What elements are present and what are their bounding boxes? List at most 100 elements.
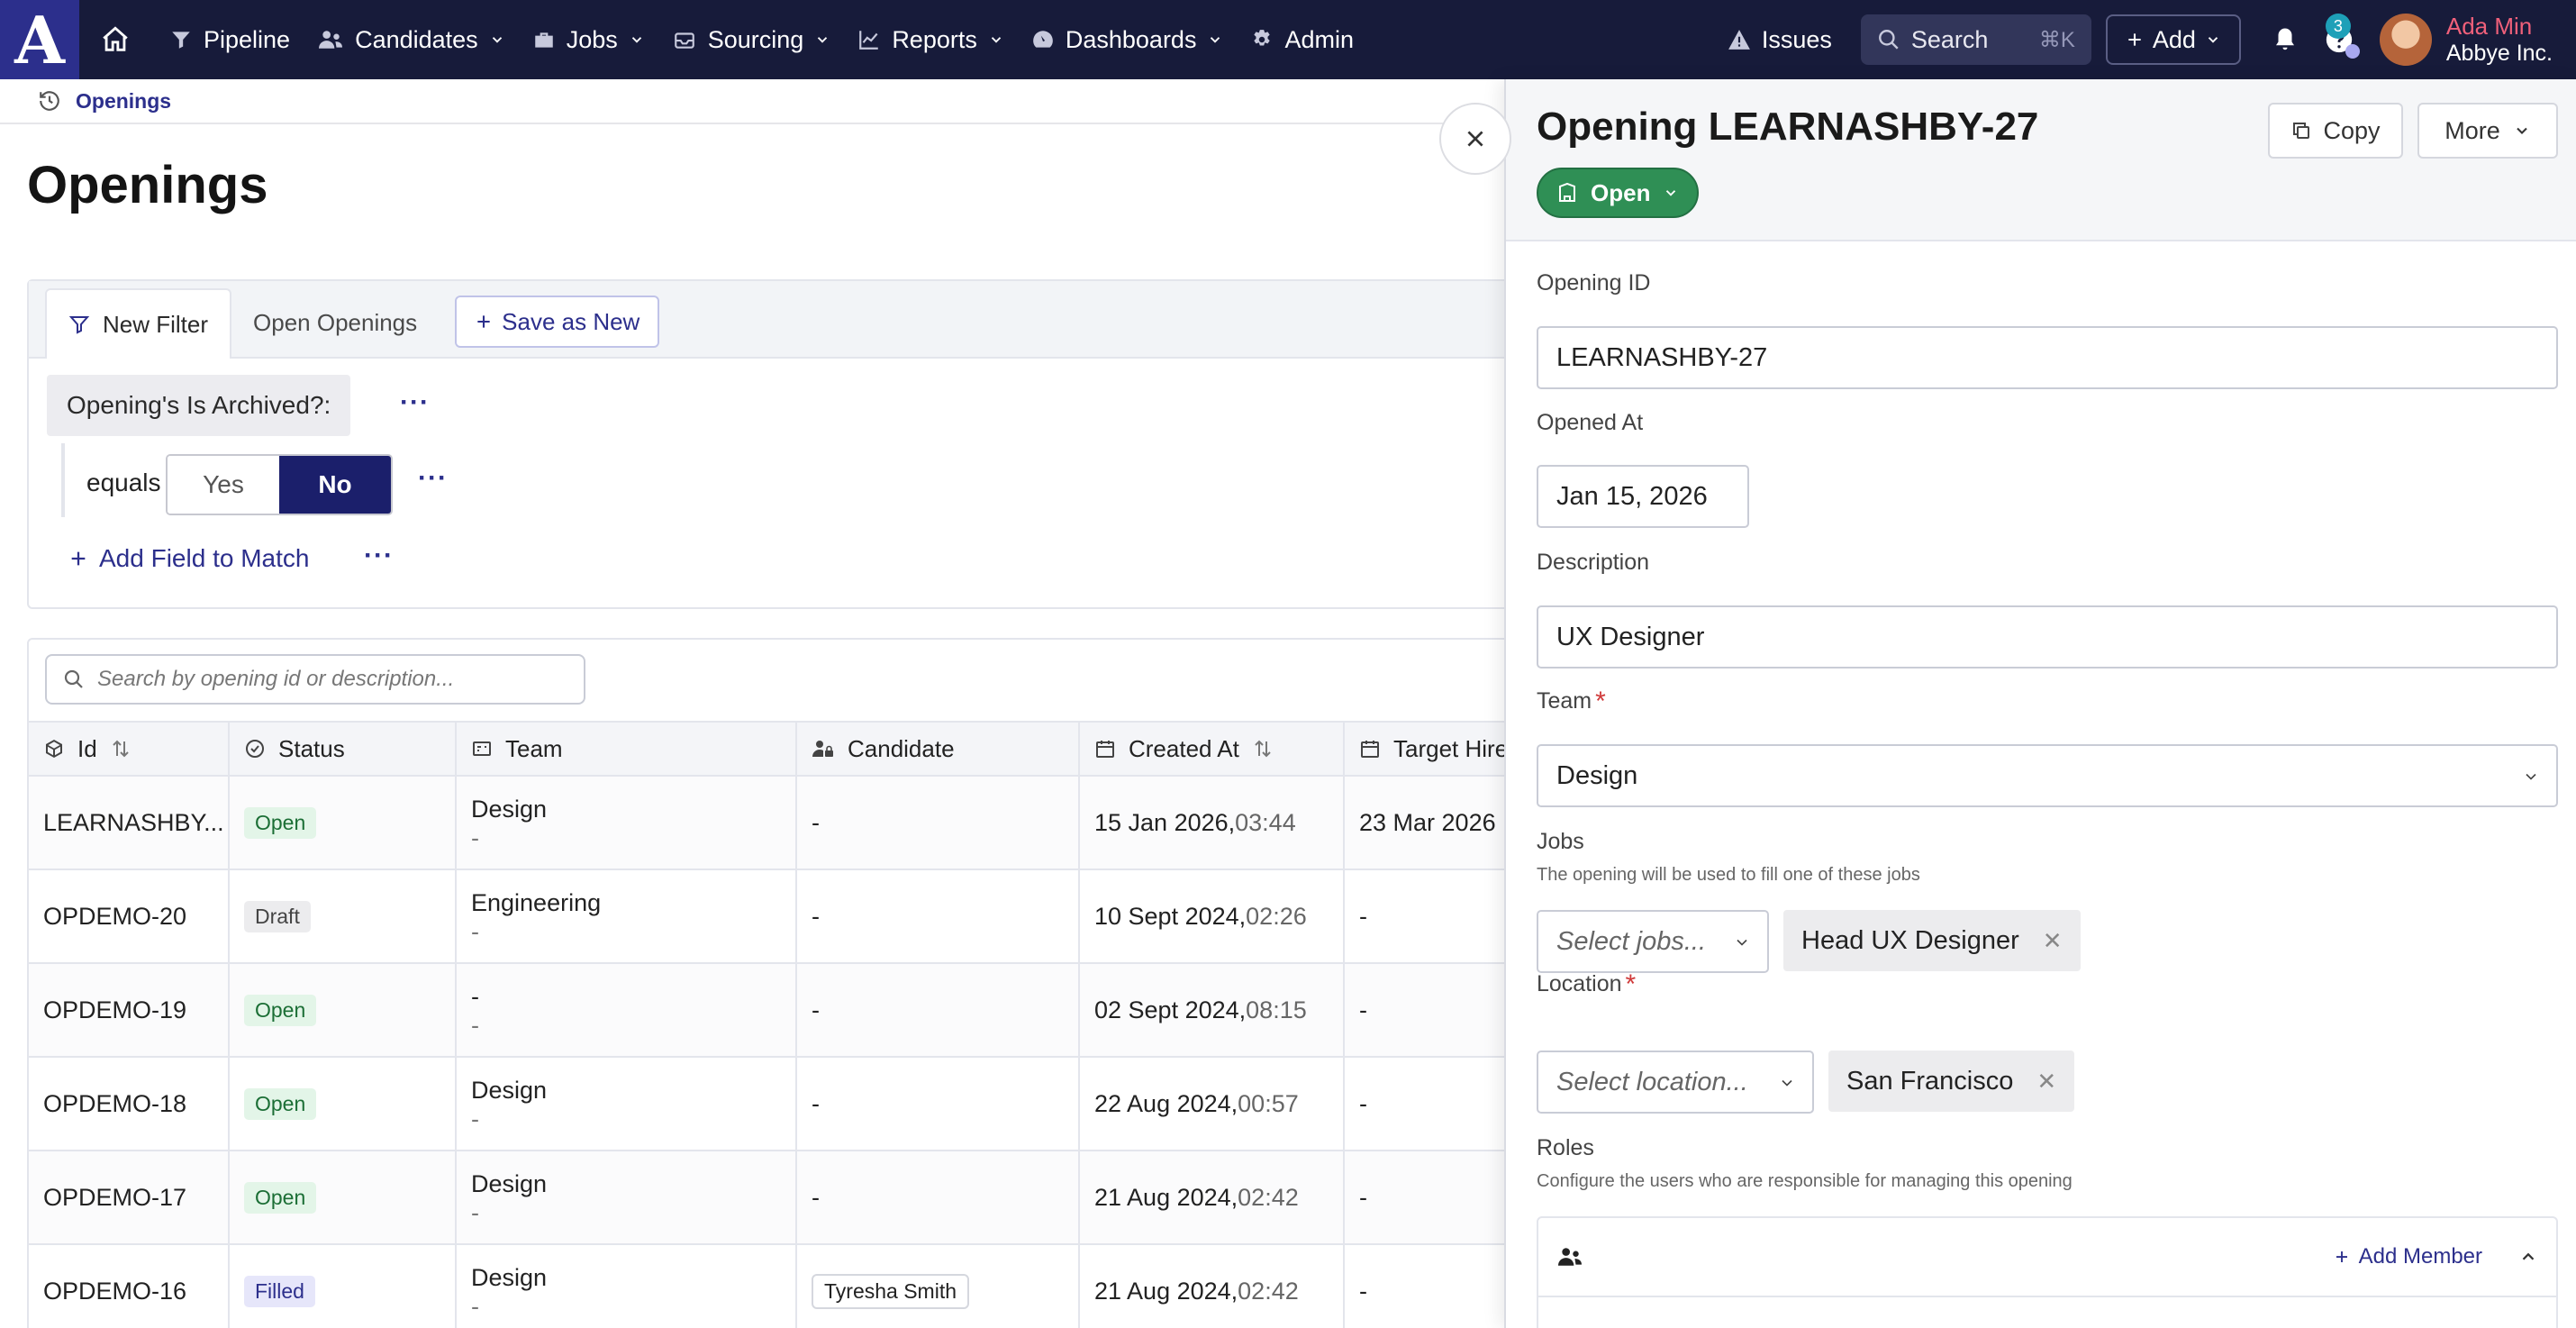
column-header-target-hire[interactable]: Target Hire	[1344, 721, 1520, 777]
help-button[interactable]: 3	[2318, 14, 2360, 60]
table-search-input[interactable]: Search by opening id or description...	[45, 654, 585, 705]
save-as-new-button[interactable]: Save as New	[455, 296, 660, 348]
toggle-yes[interactable]: Yes	[168, 456, 279, 514]
column-header-id[interactable]: Id	[29, 721, 230, 777]
nav-jobs-label: Jobs	[566, 25, 618, 53]
status-dropdown[interactable]: Open	[1537, 168, 1700, 218]
table-row[interactable]: OPDEMO-19 Open -- - 02 Sept 2024,08:15 -	[29, 963, 1520, 1058]
more-label: More	[2444, 116, 2500, 144]
tab-open-openings[interactable]: Open Openings	[231, 288, 439, 357]
column-header-created-at[interactable]: Created At	[1079, 721, 1345, 777]
users-icon	[319, 31, 343, 49]
condition-field-label[interactable]: Opening's Is Archived?:	[47, 375, 351, 436]
column-header-status-label: Status	[278, 734, 345, 762]
roles-help: Configure the users who are responsible …	[1537, 1171, 2073, 1191]
nav-sourcing[interactable]: Sourcing	[672, 0, 831, 79]
table-row[interactable]: OPDEMO-16 Filled Design - Tyresha Smith 2…	[29, 1244, 1520, 1328]
nav-right-group: Issues Search ⌘K Add 3 Ada Min Abbye Inc…	[1728, 0, 2576, 79]
jobs-select[interactable]: Select jobs...	[1537, 910, 1769, 973]
opened-at-label: Opened At	[1537, 410, 1644, 435]
table-row[interactable]: OPDEMO-20 Draft Engineering - - 10 Sept 2…	[29, 869, 1520, 964]
description-field[interactable]: UX Designer	[1537, 605, 2558, 669]
candidate-chip[interactable]: Tyresha Smith	[812, 1273, 969, 1309]
add-member-button[interactable]: Add Member	[2334, 1244, 2482, 1269]
team-select[interactable]: Design	[1537, 744, 2558, 807]
add-button[interactable]: Add	[2105, 14, 2241, 65]
column-header-candidate[interactable]: Candidate	[796, 721, 1080, 777]
cell-id[interactable]: LEARNASHBY...	[29, 776, 230, 870]
nav-reports[interactable]: Reports	[857, 0, 1004, 79]
team-name: Design	[471, 1170, 548, 1197]
add-field-button[interactable]: Add Field to Match	[68, 544, 309, 573]
issues-button[interactable]: Issues	[1728, 26, 1832, 54]
remove-location-icon[interactable]: ✕	[2036, 1068, 2056, 1096]
cell-candidate: Tyresha Smith	[796, 1244, 1080, 1328]
filter-icon	[68, 316, 90, 334]
table-row[interactable]: OPDEMO-18 Open Design - - 22 Aug 2024,00:…	[29, 1057, 1520, 1151]
openings-table: Id Status Team Candidate Created At Targ…	[29, 721, 1520, 1328]
notifications-button[interactable]	[2264, 19, 2306, 60]
nav-dashboards[interactable]: Dashboards	[1031, 0, 1224, 79]
breadcrumb-openings[interactable]: Openings	[76, 89, 171, 114]
sort-icon[interactable]	[1252, 738, 1274, 760]
search-icon	[1878, 30, 1899, 50]
chevron-up-icon[interactable]	[2518, 1247, 2538, 1267]
cell-team: Design -	[456, 1244, 797, 1328]
chevron-down-icon	[2208, 37, 2218, 43]
breadcrumb: Openings	[0, 79, 1506, 124]
created-date: 15 Jan 2026,	[1094, 808, 1236, 836]
users-icon	[1558, 1248, 1582, 1266]
home-button[interactable]	[88, 13, 142, 67]
copy-button[interactable]: Copy	[2268, 103, 2403, 159]
archived-toggle[interactable]: Yes No	[166, 454, 393, 515]
value-more-button[interactable]: ···	[418, 463, 448, 494]
column-header-team[interactable]: Team	[456, 721, 797, 777]
avatar[interactable]	[2379, 14, 2432, 66]
cell-status: Draft	[229, 869, 457, 964]
description-value: UX Designer	[1556, 622, 1705, 651]
cell-candidate: -	[796, 963, 1080, 1058]
sort-icon[interactable]	[110, 738, 132, 760]
nav-candidates[interactable]: Candidates	[317, 0, 505, 79]
toggle-no[interactable]: No	[279, 456, 391, 514]
cell-id[interactable]: OPDEMO-20	[29, 869, 230, 964]
remove-job-icon[interactable]: ✕	[2043, 927, 2063, 955]
cell-candidate: -	[796, 776, 1080, 870]
created-time: 02:42	[1238, 1277, 1299, 1305]
nav-admin[interactable]: Admin	[1250, 0, 1354, 79]
more-button[interactable]: More	[2417, 103, 2558, 159]
cell-id[interactable]: OPDEMO-18	[29, 1057, 230, 1151]
cell-created-at: 15 Jan 2026,03:44	[1079, 776, 1345, 870]
cell-created-at: 22 Aug 2024,00:57	[1079, 1057, 1345, 1151]
location-select[interactable]: Select location...	[1537, 1051, 1814, 1114]
nav-pipeline[interactable]: Pipeline	[169, 0, 290, 79]
table-row[interactable]: OPDEMO-17 Open Design - - 21 Aug 2024,02:…	[29, 1151, 1520, 1245]
cell-id[interactable]: OPDEMO-17	[29, 1151, 230, 1245]
jobs-label: Jobs	[1537, 829, 1584, 854]
close-panel-button[interactable]	[1439, 103, 1511, 175]
tab-new-filter[interactable]: New Filter	[45, 288, 232, 359]
filter-funnel-icon	[172, 32, 190, 49]
cell-team: Design -	[456, 1057, 797, 1151]
table-row[interactable]: LEARNASHBY... Open Design - - 15 Jan 2026…	[29, 776, 1520, 870]
add-field-more-button[interactable]: ···	[364, 541, 394, 571]
opened-at-field[interactable]: Jan 15, 2026	[1537, 465, 1749, 528]
user-menu[interactable]: Ada Min Abbye Inc.	[2446, 13, 2553, 67]
cell-candidate: -	[796, 1057, 1080, 1151]
global-search[interactable]: Search ⌘K	[1860, 14, 2091, 65]
team-name: -	[471, 983, 479, 1010]
chevron-down-icon	[2517, 127, 2527, 134]
column-header-id-label: Id	[77, 734, 97, 762]
gauge-icon	[1033, 31, 1053, 48]
column-header-status[interactable]: Status	[229, 721, 457, 777]
cell-id[interactable]: OPDEMO-19	[29, 963, 230, 1058]
location-chip-label: San Francisco	[1846, 1066, 2014, 1096]
openings-table-panel: Search by opening id or description... I…	[27, 638, 1522, 1328]
condition-more-button[interactable]: ···	[400, 387, 430, 418]
nav-jobs[interactable]: Jobs	[532, 0, 645, 79]
cell-id[interactable]: OPDEMO-16	[29, 1244, 230, 1328]
app-logo[interactable]: A	[0, 0, 79, 79]
opening-id-field[interactable]: LEARNASHBY-27	[1537, 326, 2558, 389]
page-title: Openings	[27, 156, 268, 214]
table-header-row: Id Status Team Candidate Created At Targ…	[29, 721, 1520, 777]
